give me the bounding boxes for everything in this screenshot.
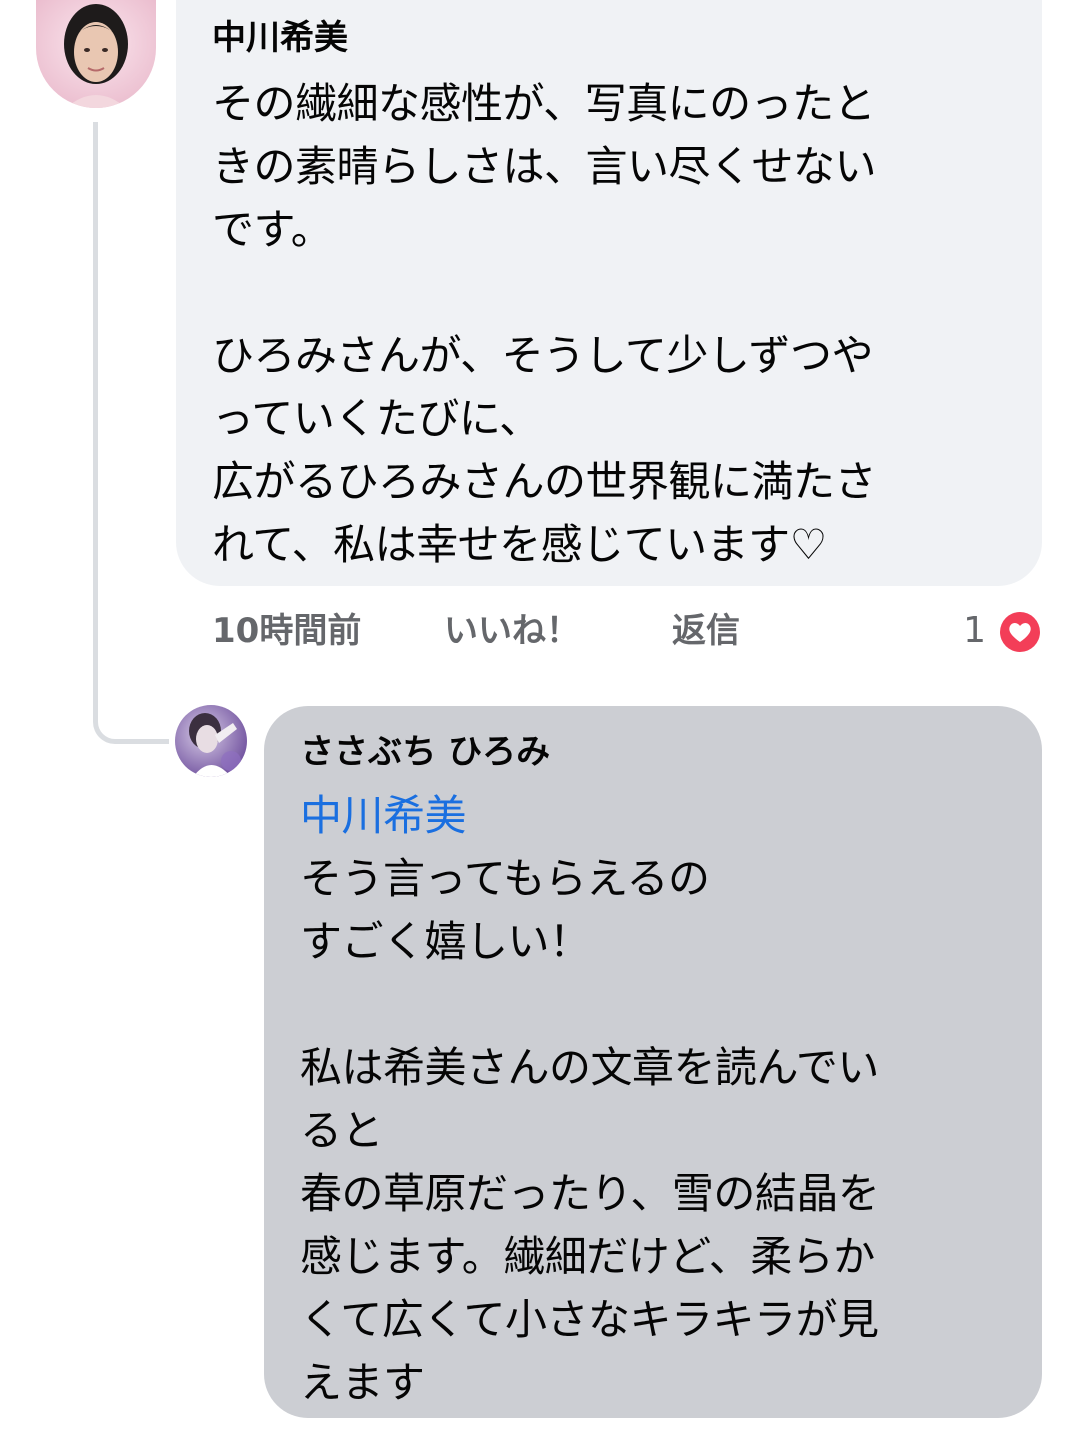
reply-mention-link[interactable]: 中川希美 bbox=[300, 784, 1006, 847]
heart-icon[interactable] bbox=[996, 608, 1044, 656]
reply-button[interactable]: 返信 bbox=[672, 606, 740, 656]
thread-connector-line bbox=[93, 122, 169, 744]
commenter-avatar[interactable] bbox=[36, 0, 156, 108]
replier-avatar-image bbox=[175, 705, 247, 777]
reply-bubble: ささぶち ひろみ 中川希美 そう言ってもらえるの すごく嬉しい！ 私は希美さんの… bbox=[264, 706, 1042, 1418]
like-button[interactable]: いいね！ bbox=[444, 606, 580, 656]
comment-timestamp[interactable]: 10時間前 bbox=[212, 606, 361, 656]
reaction-count[interactable]: 1 bbox=[963, 606, 986, 656]
replier-avatar[interactable] bbox=[175, 705, 247, 777]
comment-bubble: 中川希美 その繊細な感性が、写真にのったと きの素晴らしさは、言い尽くせない で… bbox=[176, 0, 1042, 586]
reply-author-name[interactable]: ささぶち ひろみ bbox=[300, 726, 1006, 778]
commenter-avatar-image bbox=[36, 0, 156, 108]
comment-text: その繊細な感性が、写真にのったと きの素晴らしさは、言い尽くせない です。 ひろ… bbox=[212, 79, 877, 569]
comment-actions: 10時間前 いいね！ 返信 1 bbox=[212, 606, 1044, 656]
comment-author-name[interactable]: 中川希美 bbox=[212, 12, 1006, 64]
reply-text: そう言ってもらえるの すごく嬉しい！ 私は希美さんの文章を読んでい ると 春の草… bbox=[300, 854, 880, 1407]
